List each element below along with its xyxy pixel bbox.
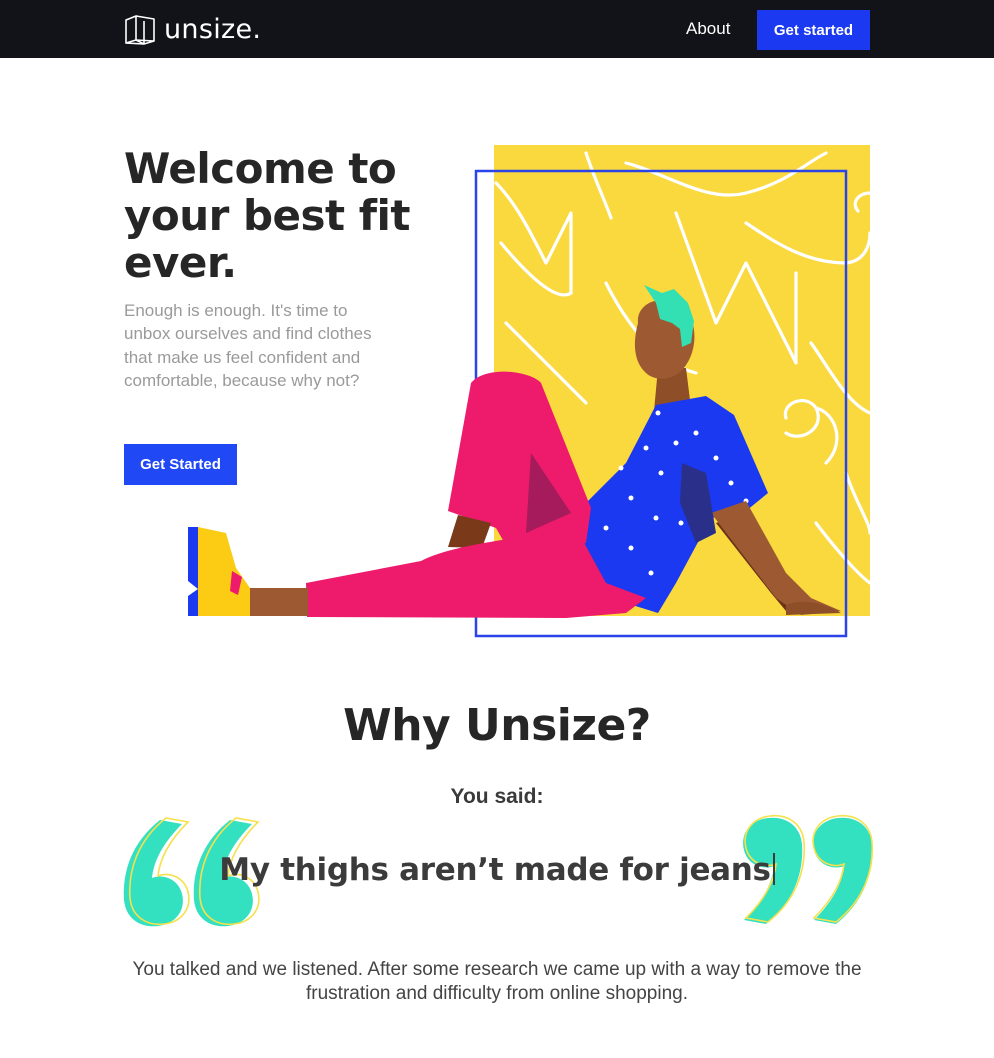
quote-text-container: My thighs aren’t made for jeans [0, 852, 994, 888]
why-description: You talked and we listened. After some r… [132, 959, 862, 1004]
hero-illustration [188, 145, 870, 638]
logo-link[interactable]: unsize. [124, 12, 261, 46]
person-ankle [250, 588, 308, 616]
typing-caret [772, 853, 775, 885]
you-said-label: You said: [450, 785, 544, 808]
open-box-icon [125, 15, 155, 45]
logo-text: unsize. [164, 13, 262, 45]
nav-about-link[interactable]: About [686, 19, 730, 39]
why-title: Why Unsize? [343, 700, 651, 751]
person-shoe-sole [188, 527, 198, 616]
quote-text: My thighs aren’t made for jeans [219, 852, 771, 888]
nav-get-started-button[interactable]: Get started [757, 10, 870, 50]
navbar: unsize. About Get started [0, 0, 994, 58]
